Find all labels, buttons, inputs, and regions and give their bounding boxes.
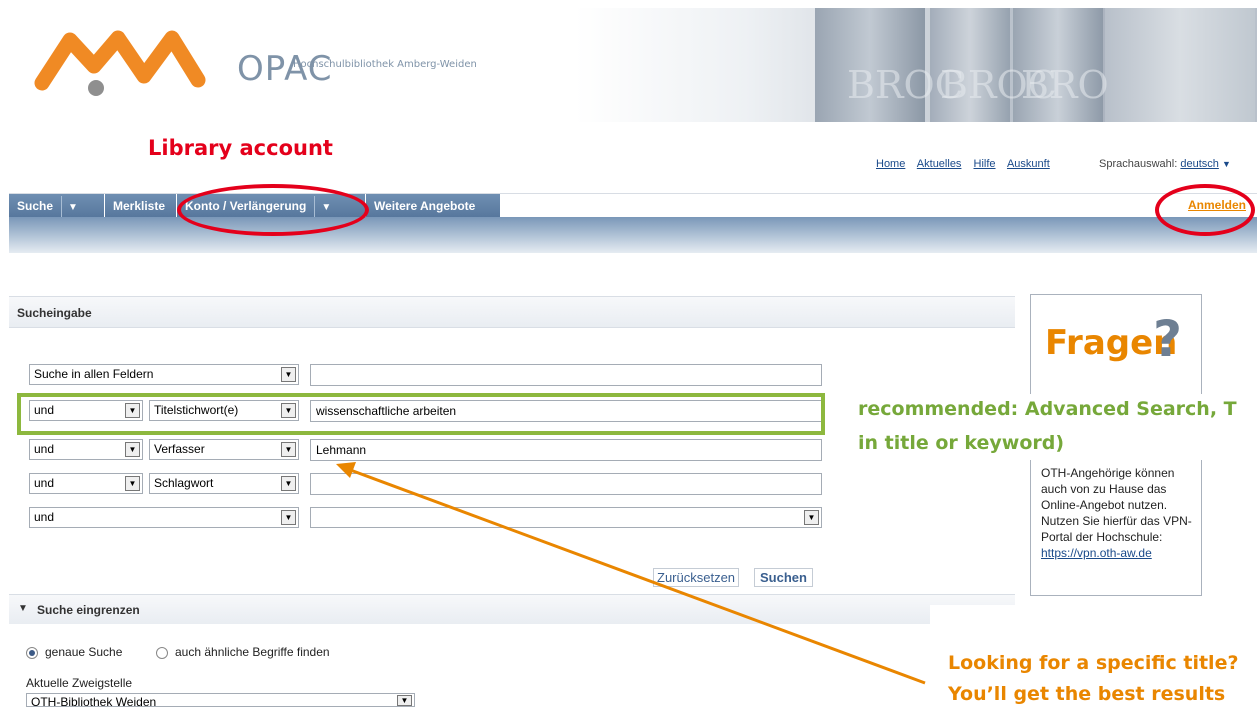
- annotation-looking-line1: Looking for a specific title?: [948, 652, 1239, 674]
- annotation-looking-line2: You’ll get the best results: [948, 683, 1226, 705]
- annotation-arrow-icon: [336, 462, 926, 685]
